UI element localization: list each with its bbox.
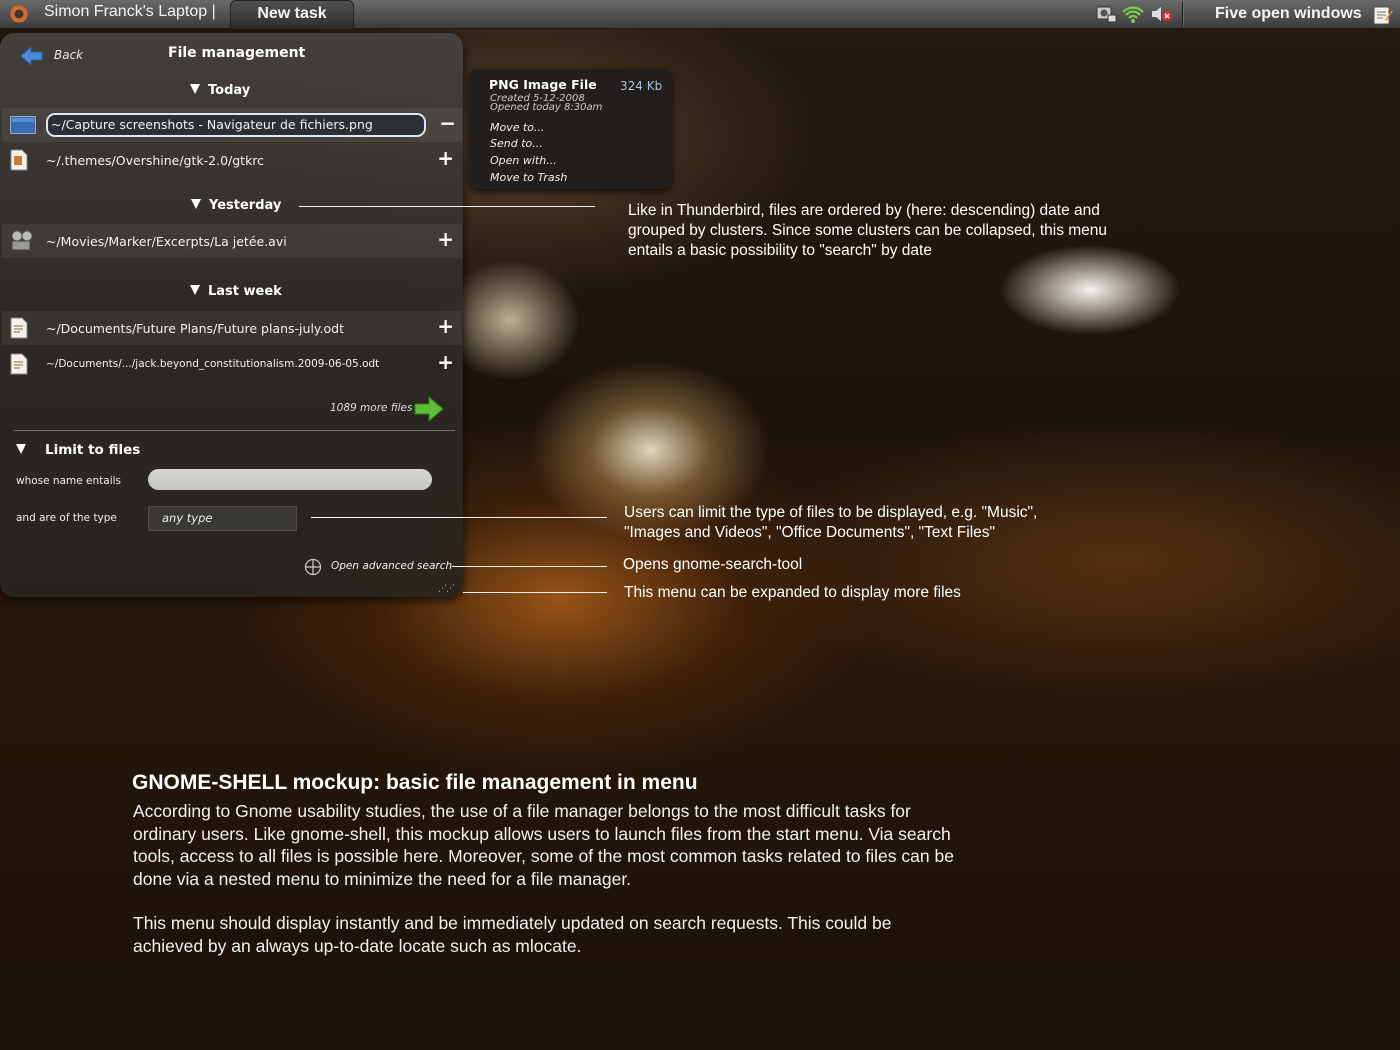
wifi-icon[interactable] xyxy=(1121,4,1145,24)
popup-move-to[interactable]: Move to... xyxy=(490,121,545,134)
back-arrow-icon[interactable] xyxy=(20,45,44,70)
open-advanced-search-button[interactable]: Open advanced search xyxy=(331,560,452,572)
description-paragraph-1: According to Gnome usability studies, th… xyxy=(133,801,954,889)
selected-file-field[interactable]: ~/Capture screenshots - Navigateur de fi… xyxy=(46,113,426,137)
file-row[interactable]: ~/Documents/Future Plans/Future plans-ju… xyxy=(2,311,462,345)
green-arrow-icon[interactable] xyxy=(414,395,444,426)
note-clusters: Like in Thunderbird, files are ordered b… xyxy=(628,202,1108,259)
network-manager-icon[interactable] xyxy=(1095,4,1117,24)
host-name: Simon Franck's Laptop | xyxy=(44,3,216,20)
resize-grip[interactable]: ⋰⋰ xyxy=(438,584,455,594)
menu-title: File management xyxy=(168,45,306,61)
file-row[interactable]: ~/.themes/Overshine/gtk-2.0/gtkrc + xyxy=(2,143,462,177)
collapse-triangle-icon xyxy=(191,199,201,209)
document-file-icon xyxy=(10,317,28,343)
group-header-last-week[interactable]: Last week xyxy=(190,284,282,299)
video-file-icon xyxy=(10,230,34,256)
image-file-icon xyxy=(10,116,36,138)
popup-opened-date: Opened today 8:30am xyxy=(490,102,603,113)
file-row[interactable]: ~/Documents/.../jack.beyond_constitution… xyxy=(2,347,462,381)
more-files-link[interactable]: 1089 more files xyxy=(330,402,412,414)
annotation-line xyxy=(463,592,607,593)
note-advanced-search: Opens gnome-search-tool xyxy=(623,556,803,573)
collapse-triangle-icon xyxy=(16,444,26,454)
panel-separator xyxy=(1182,2,1184,26)
popup-move-to-trash[interactable]: Move to Trash xyxy=(490,171,567,184)
mockup-title: GNOME-SHELL mockup: basic file managemen… xyxy=(132,771,698,794)
file-path: ~/Documents/.../jack.beyond_constitution… xyxy=(46,358,380,370)
annotation-line xyxy=(299,206,595,207)
description-paragraph-2: This menu should display instantly and b… xyxy=(133,913,892,956)
popup-open-with[interactable]: Open with... xyxy=(490,154,557,167)
collapse-action-button[interactable]: − xyxy=(439,113,456,133)
open-windows-label[interactable]: Five open windows xyxy=(1215,5,1362,23)
name-filter-label: whose name entails xyxy=(16,475,122,487)
new-task-tab[interactable]: New task xyxy=(230,0,354,29)
file-row[interactable]: ~/Capture screenshots - Navigateur de fi… xyxy=(2,108,462,142)
name-filter-input[interactable] xyxy=(148,469,432,490)
divider xyxy=(14,430,455,431)
expand-action-button[interactable]: + xyxy=(437,352,454,372)
file-row[interactable]: ~/Movies/Marker/Excerpts/La jetée.avi + xyxy=(2,224,462,258)
annotation-line xyxy=(452,566,607,567)
file-path: ~/Documents/Future Plans/Future plans-ju… xyxy=(46,321,344,336)
popup-file-size: 324 Kb xyxy=(620,79,663,93)
note-file-types: Users can limit the type of files to be … xyxy=(624,504,1038,541)
ubuntu-logo-icon[interactable] xyxy=(9,4,29,24)
type-filter-label: and are of the type xyxy=(16,512,117,524)
group-header-yesterday[interactable]: Yesterday xyxy=(191,198,281,213)
popup-file-type: PNG Image File xyxy=(489,77,597,92)
limit-section-header[interactable]: Limit to files xyxy=(16,442,140,458)
notes-icon[interactable] xyxy=(1372,4,1394,25)
text-file-icon xyxy=(10,149,28,175)
collapse-triangle-icon xyxy=(190,285,200,295)
document-file-icon xyxy=(10,353,28,379)
group-header-today[interactable]: Today xyxy=(190,83,250,98)
expand-action-button[interactable]: + xyxy=(437,316,454,336)
note-expand-menu: This menu can be expanded to display mor… xyxy=(624,584,961,601)
expand-action-button[interactable]: + xyxy=(437,229,454,249)
file-management-menu: Back File management Today ~/Capture scr… xyxy=(0,33,463,597)
top-panel: Simon Franck's Laptop | New task Five op… xyxy=(0,0,1400,29)
collapse-triangle-icon xyxy=(190,84,200,94)
popup-send-to[interactable]: Send to... xyxy=(490,137,543,150)
back-button[interactable]: Back xyxy=(54,48,83,62)
annotation-line xyxy=(311,517,607,518)
file-path: ~/.themes/Overshine/gtk-2.0/gtkrc xyxy=(46,153,265,168)
volume-muted-icon[interactable] xyxy=(1150,4,1174,24)
expand-action-button[interactable]: + xyxy=(437,148,454,168)
file-type-select[interactable]: any type xyxy=(148,506,297,531)
file-context-popup: PNG Image File 324 Kb Created 5-12-2008 … xyxy=(469,70,671,189)
crosshair-icon[interactable] xyxy=(304,558,322,580)
file-path: ~/Movies/Marker/Excerpts/La jetée.avi xyxy=(46,234,287,249)
